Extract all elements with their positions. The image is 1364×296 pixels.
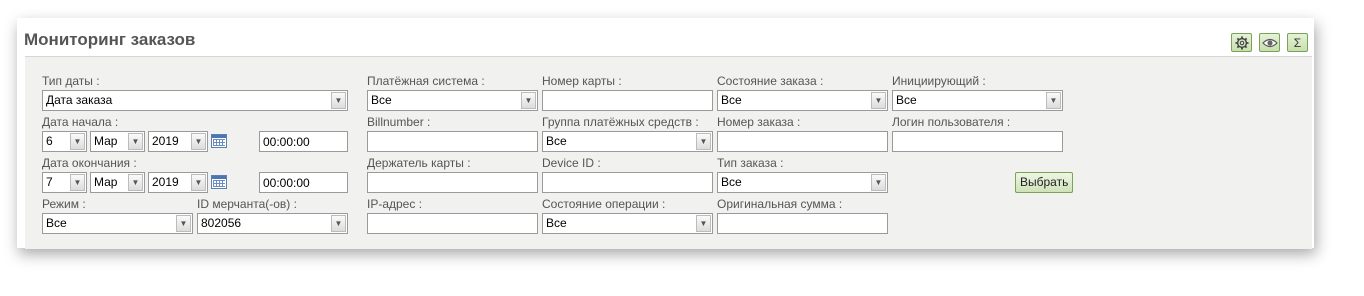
sum-button[interactable]: Σ [1287,33,1308,52]
chevron-down-icon: ▼ [1046,92,1061,109]
payment-group-label: Группа платёжных средств : [542,115,699,129]
operation-state-select[interactable]: Все ▼ [542,213,713,234]
date-type-label: Тип даты : [42,74,100,88]
chevron-down-icon: ▼ [521,92,536,109]
chevron-down-icon: ▼ [696,133,711,150]
chevron-down-icon: ▼ [128,174,143,191]
chevron-down-icon: ▼ [331,215,346,232]
order-type-select[interactable]: Все ▼ [717,172,888,193]
device-id-label: Device ID : [542,156,601,170]
filter-form: Тип даты : Дата заказа ▼ Дата начала : 6… [25,56,1312,249]
user-login-input[interactable] [892,131,1063,152]
billnumber-input[interactable] [367,131,538,152]
device-id-input[interactable] [542,172,713,193]
order-monitoring-panel: Мониторинг заказов Σ Тип даты : Дата зак… [17,18,1314,249]
page-title: Мониторинг заказов [24,30,196,49]
card-number-input[interactable] [542,90,713,111]
chevron-down-icon: ▼ [696,215,711,232]
chevron-down-icon: ▼ [70,133,85,150]
order-number-label: Номер заказа : [717,115,801,129]
order-number-input[interactable] [717,131,888,152]
end-year-select[interactable]: 2019 ▼ [148,172,208,193]
eye-icon [1261,38,1278,47]
mode-select[interactable]: Все ▼ [42,213,193,234]
start-year-select[interactable]: 2019 ▼ [148,131,208,152]
original-amount-input[interactable] [717,213,888,234]
payment-system-label: Платёжная система : [367,74,485,88]
chevron-down-icon: ▼ [70,174,85,191]
initiator-select[interactable]: Все ▼ [892,90,1063,111]
operation-state-label: Состояние операции : [542,197,666,211]
end-date-label: Дата окончания : [42,156,137,170]
select-button[interactable]: Выбрать [1015,172,1074,193]
chevron-down-icon: ▼ [176,215,191,232]
card-holder-label: Держатель карты : [367,156,471,170]
order-type-label: Тип заказа : [717,156,784,170]
merchant-id-label: ID мерчанта(-ов) : [197,197,297,211]
sigma-icon: Σ [1293,35,1302,50]
ip-address-input[interactable] [367,213,538,234]
order-state-label: Состояние заказа : [717,74,824,88]
card-number-label: Номер карты : [542,74,622,88]
initiator-label: Инициирующий : [892,74,986,88]
order-state-select[interactable]: Все ▼ [717,90,888,111]
chevron-down-icon: ▼ [128,133,143,150]
chevron-down-icon: ▼ [331,92,346,109]
end-time-input[interactable] [259,172,348,193]
date-type-select[interactable]: Дата заказа ▼ [42,90,348,111]
calendar-icon[interactable] [211,175,227,189]
end-month-select[interactable]: Мар ▼ [90,172,145,193]
gear-icon [1234,35,1249,50]
user-login-label: Логин пользователя : [892,115,1011,129]
view-button[interactable] [1259,33,1280,52]
ip-address-label: IP-адрес : [367,197,423,211]
settings-button[interactable] [1231,33,1252,52]
billnumber-label: Billnumber : [367,115,431,129]
calendar-icon[interactable] [211,134,227,148]
original-amount-label: Оригинальная сумма : [717,197,843,211]
mode-label: Режим : [42,197,86,211]
start-day-select[interactable]: 6 ▼ [42,131,87,152]
payment-system-select[interactable]: Все ▼ [367,90,538,111]
card-holder-input[interactable] [367,172,538,193]
chevron-down-icon: ▼ [871,174,886,191]
start-month-select[interactable]: Мар ▼ [90,131,145,152]
payment-group-select[interactable]: Все ▼ [542,131,713,152]
start-time-input[interactable] [259,131,348,152]
end-day-select[interactable]: 7 ▼ [42,172,87,193]
chevron-down-icon: ▼ [191,174,206,191]
merchant-id-select[interactable]: 802056 ▼ [197,213,348,234]
start-date-label: Дата начала : [42,115,119,129]
chevron-down-icon: ▼ [871,92,886,109]
chevron-down-icon: ▼ [191,133,206,150]
